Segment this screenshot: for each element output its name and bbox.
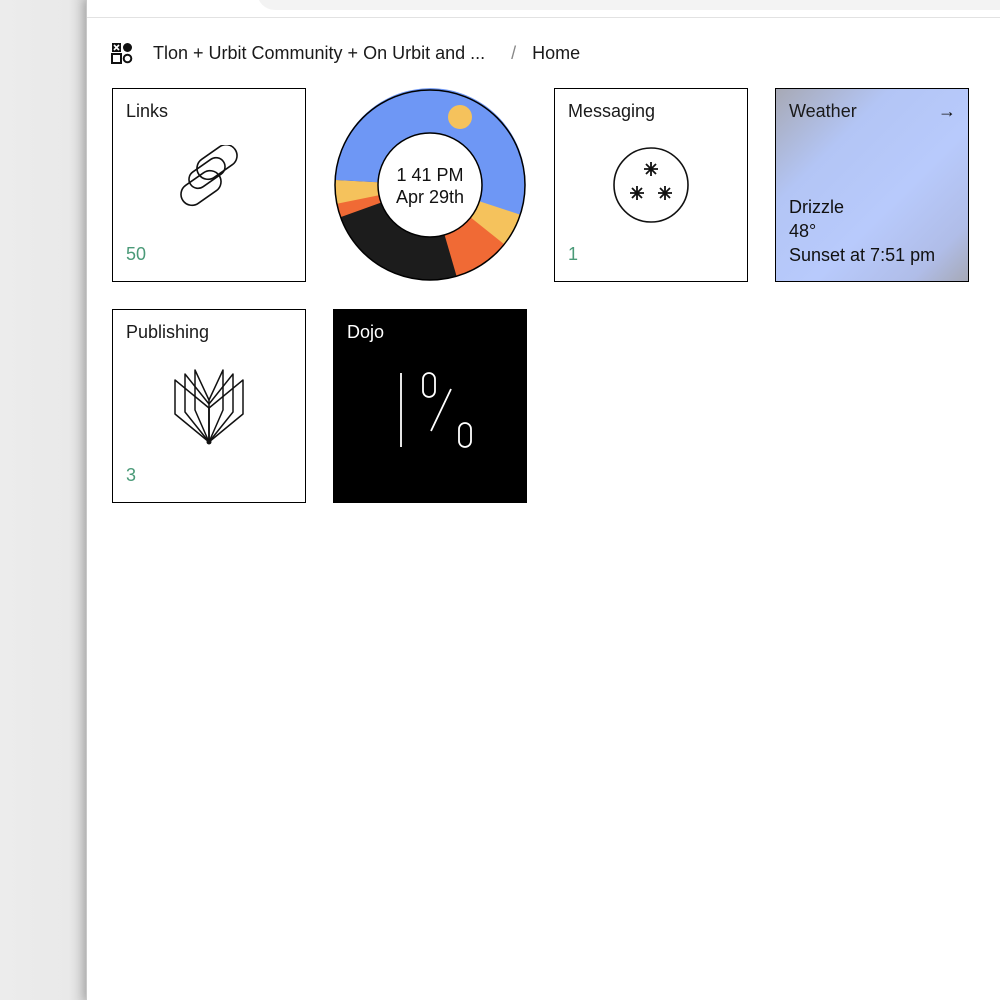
group-name-link[interactable]: Tlon + Urbit Community + On Urbit and ..…: [153, 43, 485, 64]
open-book-icon: [174, 369, 244, 445]
tile-title: Messaging: [568, 101, 656, 121]
clock-readout: 1 41 PM Apr 29th: [333, 164, 527, 208]
asterisks-circle-icon: [613, 147, 689, 223]
breadcrumb: Tlon + Urbit Community + On Urbit and ..…: [111, 38, 580, 68]
tile-title: Weather: [789, 101, 857, 121]
weather-sunset: Sunset at 7:51 pm: [789, 245, 936, 265]
breadcrumb-current: Home: [532, 42, 581, 63]
group-icon[interactable]: [111, 42, 133, 64]
breadcrumb-separator: /: [511, 42, 517, 63]
tile-title: Publishing: [126, 322, 210, 342]
tile-title: Links: [126, 101, 169, 121]
sun-icon: [448, 105, 472, 129]
weather-info: Drizzle 48° Sunset at 7:51 pm: [789, 195, 935, 267]
weather-condition: Drizzle: [789, 197, 845, 217]
browser-window: Tlon + Urbit Community + On Urbit and ..…: [86, 0, 1000, 1000]
publishing-tile[interactable]: Publishing 3: [112, 309, 306, 503]
notification-count: 1: [568, 244, 579, 264]
desktop-background: [0, 0, 86, 1000]
browser-toolbar: [87, 0, 1000, 18]
notification-count: 50: [126, 244, 147, 264]
dojo-tile[interactable]: Dojo: [333, 309, 527, 503]
links-tile[interactable]: Links 50: [112, 88, 306, 282]
weather-tile[interactable]: Weather → Drizzle 48° Sunset at 7:51 pm: [775, 88, 969, 282]
notification-count: 3: [126, 465, 137, 485]
chain-link-icon: [180, 145, 238, 207]
clock-time: 1 41 PM: [396, 165, 464, 185]
address-bar[interactable]: [257, 0, 1000, 10]
weather-temperature: 48°: [789, 221, 817, 241]
dojo-percent-icon: [400, 371, 472, 448]
tile-title: Dojo: [347, 322, 385, 342]
clock-date: Apr 29th: [395, 187, 465, 207]
clock-tile: 1 41 PM Apr 29th: [333, 88, 527, 282]
messaging-tile[interactable]: Messaging 1: [554, 88, 748, 282]
arrow-right-icon[interactable]: →: [938, 101, 956, 122]
